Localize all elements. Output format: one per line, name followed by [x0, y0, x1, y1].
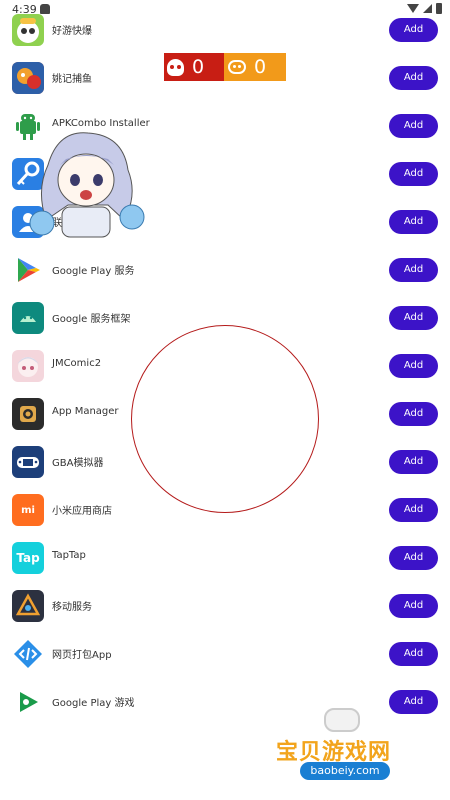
add-button[interactable]: Add [389, 546, 438, 570]
android-framework-icon [12, 302, 44, 334]
add-button[interactable]: Add [389, 114, 438, 138]
game-controller-icon [324, 708, 360, 732]
robot-icon [228, 60, 246, 74]
add-button[interactable]: Add [389, 210, 438, 234]
app-name: GBA模拟器 [52, 458, 104, 469]
mobile-service-icon [12, 590, 44, 622]
add-button[interactable]: Add [389, 18, 438, 42]
app-name: 姚记捕鱼 [52, 74, 92, 85]
list-item: Tap TapTap Add [0, 534, 450, 582]
floating-circle[interactable] [131, 325, 319, 513]
gba-emulator-icon [12, 446, 44, 478]
score-panel: 0 0 [164, 53, 286, 81]
skull-score: 0 [192, 56, 205, 78]
add-button[interactable]: Add [389, 258, 438, 282]
google-play-games-icon [12, 686, 44, 718]
xiaomi-icon-text: mi [21, 504, 35, 516]
jmcomic-icon [12, 350, 44, 382]
robot-score: 0 [254, 56, 267, 78]
app-name: App Manager [52, 406, 119, 417]
hykb-icon [12, 14, 44, 46]
add-button[interactable]: Add [389, 306, 438, 330]
list-item: 好游快爆 Add [0, 6, 450, 54]
mascot-character[interactable] [28, 125, 146, 243]
list-item: Google Play 服务 Add [0, 246, 450, 294]
skull-icon [167, 58, 184, 76]
app-name: Google Play 游戏 [52, 698, 135, 709]
add-button[interactable]: Add [389, 162, 438, 186]
fishing-game-icon [12, 62, 44, 94]
app-name: TapTap [52, 550, 86, 561]
code-bracket-icon [12, 638, 44, 670]
list-item: 移动服务 Add [0, 582, 450, 630]
app-name: JMComic2 [52, 358, 102, 369]
watermark: 宝贝游戏网 baobeiy.com [270, 706, 445, 796]
taptap-icon: Tap [12, 542, 44, 574]
watermark-url: baobeiy.com [300, 762, 390, 780]
taptap-icon-text: Tap [16, 551, 40, 565]
skull-score-box: 0 [164, 53, 224, 81]
add-button[interactable]: Add [389, 402, 438, 426]
gear-icon [12, 398, 44, 430]
add-button[interactable]: Add [389, 498, 438, 522]
app-name: 好游快爆 [52, 26, 92, 37]
xiaomi-store-icon: mi [12, 494, 44, 526]
app-name: 移动服务 [52, 602, 92, 613]
list-item: 网页打包App Add [0, 630, 450, 678]
add-button[interactable]: Add [389, 594, 438, 618]
add-button[interactable]: Add [389, 354, 438, 378]
add-button[interactable]: Add [389, 450, 438, 474]
app-name: 网页打包App [52, 650, 112, 661]
robot-score-box: 0 [224, 53, 286, 81]
app-name: Google 服务框架 [52, 314, 131, 325]
add-button[interactable]: Add [389, 66, 438, 90]
app-name: Google Play 服务 [52, 266, 135, 277]
add-button[interactable]: Add [389, 642, 438, 666]
google-play-services-icon [12, 254, 44, 286]
app-name: 小米应用商店 [52, 506, 112, 517]
